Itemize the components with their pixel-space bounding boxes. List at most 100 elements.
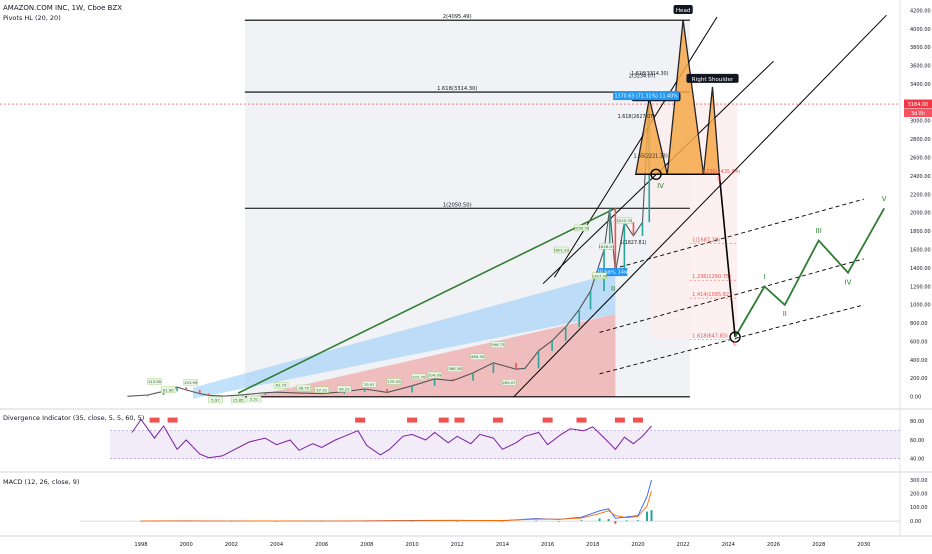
zone-label: 1.618(2627.07) [618,114,655,120]
price-axis-tick: 2400.00 [910,174,931,180]
pivot-label: 2025.35 [617,218,633,223]
price-axis-tick: 2000.00 [910,211,931,217]
pivot-label: 61.73 [276,383,287,388]
macd-histogram-bar [230,521,233,522]
fib-retracement-label: 0.236(2435.84) [701,169,740,175]
price-axis-tick: 800.00 [910,321,928,327]
price-axis-tick: 4000.00 [910,27,931,33]
price-axis-tick: 2600.00 [910,156,931,162]
macd-histogram-bar [411,520,414,522]
pivot-label: 1307.00 [592,273,608,278]
macd-histogram-bar [365,520,368,522]
pattern-label: Head [676,8,691,14]
rsi-axis-tick: 40.00 [910,456,924,462]
macd-title: MACD (12, 26, close, 9) [3,478,80,486]
bear-divergence-marker [149,417,160,423]
price-axis-tick: 1400.00 [910,266,931,272]
macd-histogram-bar [645,511,648,522]
pivot-label: 204.09 [428,373,442,378]
bear-divergence-marker [438,417,449,423]
macd-histogram-bar [636,520,639,522]
pattern-label: Right Shoulder [692,77,734,83]
pivot-label: 49.22 [339,386,350,391]
pivot-label: 57.31 [316,387,327,392]
price-axis-tick: 3000.00 [910,119,931,125]
fib-retracement-label: 1.618(647.83) [692,333,728,339]
wave-label: III [816,227,822,235]
macd-axis-tick: 300.00 [910,478,928,484]
pivot-label: 91.90 [163,387,174,392]
price-axis-tick: 400.00 [910,358,928,364]
macd-axis-tick: 200.00 [910,492,928,498]
pivot-label: 15.65 [233,397,244,402]
bear-divergence-marker [492,417,503,423]
price-axis-tick: 1000.00 [910,303,931,309]
pivot-label: 179.35 [387,379,401,384]
macd-histogram-bar [535,520,538,522]
time-axis-tick: 2024 [722,542,736,548]
pivot-label: 101.99 [184,380,198,385]
chart-stage[interactable]: 2(4095.49)1.618(3314.30)1(2050.50)Left S… [0,0,932,550]
macd-signal-line [141,490,652,522]
macd-line [140,479,652,522]
pivot-label: 1626.03 [598,244,614,249]
wave-label: I [763,273,765,281]
rsi-axis-tick: 60.00 [910,438,924,444]
macd-axis-tick: 100.00 [910,505,928,511]
bear-divergence-marker [576,417,587,423]
fib-level-label: 1(2050.50) [443,202,472,208]
pivot-label: 70.97 [364,382,375,387]
countdown-value: 3d 8h [911,111,925,117]
pivots-indicator-title: Pivots HL (20, 20) [3,14,61,22]
pivot-label: 1601.93 [553,248,569,253]
time-axis-tick: 2022 [677,542,690,548]
pivot-label: 596.73 [491,342,505,347]
time-axis-tick: 2026 [767,542,780,548]
time-axis-tick: 2010 [405,542,418,548]
price-axis-tick: 2800.00 [910,137,931,143]
time-axis-tick: 2018 [586,542,599,548]
pivot-label: 38.75 [298,385,309,390]
zone-label: 1(1827.81) [620,240,647,246]
macd-histogram-bar [625,520,628,522]
elliott-label: IV [657,182,664,190]
macd-axis-tick: 0.00 [910,519,921,525]
wave-label: II [783,310,787,318]
bear-divergence-marker [632,417,643,423]
bear-divergence-marker [614,417,625,423]
time-axis-tick: 2014 [496,542,510,548]
macd-histogram-bar [580,520,583,522]
wave-label: c [733,339,737,347]
fib-retracement-label: 1(1687.28) [692,238,720,244]
chart-svg[interactable]: 2(4095.49)1.618(3314.30)1(2050.50)Left S… [0,0,932,550]
pivot-label: 222.70 [412,374,426,379]
price-axis-tick: 3600.00 [910,64,931,70]
pivot-label: 113.95 [148,379,162,384]
time-axis-tick: 2020 [631,542,644,548]
pivot-label: 5.51 [250,396,259,401]
fib-retracement-label: 1.236(1290.75) [692,274,731,280]
macd-histogram-bar [275,521,278,522]
macd-histogram-bar [557,521,560,522]
price-axis-tick: 1600.00 [910,247,931,253]
price-axis-tick: 0.00 [910,395,921,401]
macd-histogram-bar [139,521,142,522]
bear-divergence-marker [542,417,553,423]
elliott-label: II [611,285,615,293]
time-axis-tick: 2002 [225,542,238,548]
bear-divergence-marker [167,417,178,423]
macd-histogram-bar [650,510,653,522]
macd-histogram-bar [614,521,617,524]
price-axis-tick: 1800.00 [910,229,931,235]
pivot-label: 2050.50 [574,225,590,230]
time-axis-tick: 2028 [812,542,825,548]
bear-divergence-marker [355,417,366,423]
time-axis-tick: 2004 [270,542,284,548]
fib-level-label: 2(4095.49) [443,14,472,20]
divergence-indicator-title: Divergence Indicator (35, close, 5, 5, 6… [3,414,145,422]
time-axis-tick: 1998 [134,542,147,548]
price-axis-tick: 600.00 [910,339,928,345]
fib-retracement-label: 1.414(1095.82) [692,292,731,298]
price-axis-tick: 3400.00 [910,82,931,88]
wave-label: V [882,195,887,203]
